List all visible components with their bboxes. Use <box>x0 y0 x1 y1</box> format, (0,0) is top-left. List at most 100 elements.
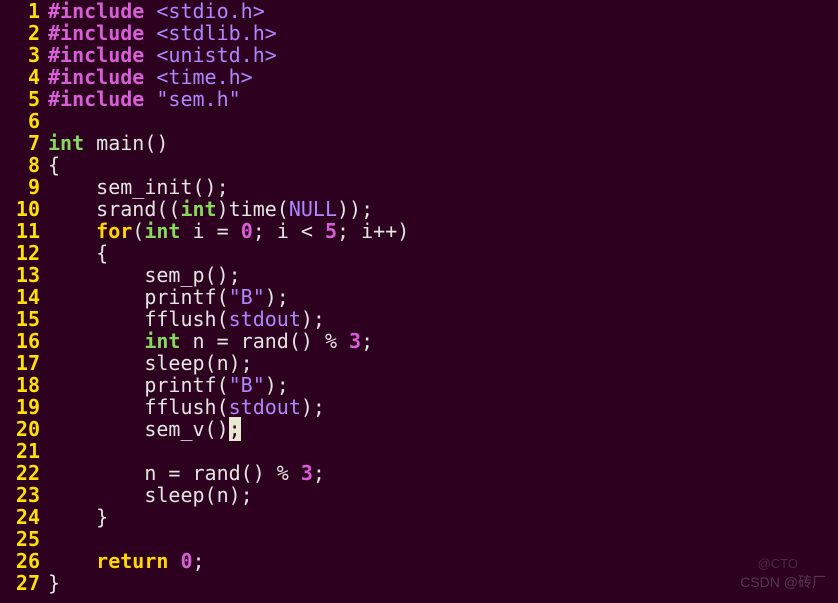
code-content[interactable]: sem_v(); <box>48 418 838 440</box>
token: n = rand() % <box>180 329 349 353</box>
line-number: 6 <box>0 110 48 132</box>
token: for <box>96 219 132 243</box>
code-content[interactable]: fflush(stdout); <box>48 308 838 330</box>
code-line[interactable]: 2#include <stdlib.h> <box>0 22 838 44</box>
code-content[interactable]: { <box>48 242 838 264</box>
code-content[interactable] <box>48 528 838 550</box>
token: ); <box>265 285 289 309</box>
token: ; i < <box>253 219 325 243</box>
code-content[interactable]: printf("B"); <box>48 374 838 396</box>
code-line[interactable]: 7int main() <box>0 132 838 154</box>
line-number: 13 <box>0 264 48 286</box>
token: ; <box>193 549 205 573</box>
token: srand(( <box>48 197 180 221</box>
code-content[interactable]: for(int i = 0; i < 5; i++) <box>48 220 838 242</box>
token: sem_init(); <box>48 175 229 199</box>
code-content[interactable]: sleep(n); <box>48 484 838 506</box>
code-content[interactable]: return 0; <box>48 550 838 572</box>
token: #include <box>48 21 156 45</box>
code-line[interactable]: 18 printf("B"); <box>0 374 838 396</box>
code-content[interactable]: } <box>48 572 838 594</box>
code-content[interactable]: { <box>48 154 838 176</box>
token: #include <box>48 65 156 89</box>
code-line[interactable]: 8{ <box>0 154 838 176</box>
code-content[interactable] <box>48 110 838 132</box>
line-number: 12 <box>0 242 48 264</box>
code-line[interactable]: 14 printf("B"); <box>0 286 838 308</box>
token: stdout <box>229 307 301 331</box>
code-line[interactable]: 25 <box>0 528 838 550</box>
code-line[interactable]: 16 int n = rand() % 3; <box>0 330 838 352</box>
code-editor[interactable]: 1#include <stdio.h>2#include <stdlib.h>3… <box>0 0 838 594</box>
code-content[interactable]: fflush(stdout); <box>48 396 838 418</box>
code-line[interactable]: 6 <box>0 110 838 132</box>
code-content[interactable]: printf("B"); <box>48 286 838 308</box>
code-content[interactable]: srand((int)time(NULL)); <box>48 198 838 220</box>
line-number: 5 <box>0 88 48 110</box>
code-content[interactable]: sleep(n); <box>48 352 838 374</box>
line-number: 26 <box>0 550 48 572</box>
token: int <box>48 131 84 155</box>
code-line[interactable]: 13 sem_p(); <box>0 264 838 286</box>
token: printf( <box>48 373 229 397</box>
code-content[interactable]: #include <stdlib.h> <box>48 22 838 44</box>
line-number: 7 <box>0 132 48 154</box>
code-content[interactable]: #include <stdio.h> <box>48 0 838 22</box>
line-number: 19 <box>0 396 48 418</box>
code-line[interactable]: 12 { <box>0 242 838 264</box>
token: fflush( <box>48 395 229 419</box>
token <box>48 329 144 353</box>
token: ; i++) <box>337 219 409 243</box>
token: <time.h> <box>156 65 252 89</box>
token: int <box>144 219 180 243</box>
code-content[interactable]: sem_p(); <box>48 264 838 286</box>
code-line[interactable]: 19 fflush(stdout); <box>0 396 838 418</box>
code-content[interactable]: #include "sem.h" <box>48 88 838 110</box>
code-line[interactable]: 1#include <stdio.h> <box>0 0 838 22</box>
code-line[interactable]: 26 return 0; <box>0 550 838 572</box>
code-content[interactable]: #include <unistd.h> <box>48 44 838 66</box>
token: "B" <box>229 285 265 309</box>
token: 3 <box>301 461 313 485</box>
code-content[interactable]: #include <time.h> <box>48 66 838 88</box>
code-line[interactable]: 3#include <unistd.h> <box>0 44 838 66</box>
cursor: ; <box>229 417 241 441</box>
token <box>168 549 180 573</box>
token: ); <box>301 307 325 331</box>
code-content[interactable]: int main() <box>48 132 838 154</box>
code-content[interactable]: sem_init(); <box>48 176 838 198</box>
watermark-lower: CSDN @砖厂 <box>740 571 826 593</box>
token: ( <box>132 219 144 243</box>
code-line[interactable]: 27} <box>0 572 838 594</box>
token: <stdio.h> <box>156 0 264 23</box>
code-line[interactable]: 10 srand((int)time(NULL)); <box>0 198 838 220</box>
token: ; <box>313 461 325 485</box>
token: 5 <box>325 219 337 243</box>
token: "sem.h" <box>156 87 240 111</box>
line-number: 9 <box>0 176 48 198</box>
line-number: 21 <box>0 440 48 462</box>
token: { <box>48 153 60 177</box>
code-line[interactable]: 5#include "sem.h" <box>0 88 838 110</box>
line-number: 24 <box>0 506 48 528</box>
code-content[interactable]: } <box>48 506 838 528</box>
token <box>48 549 96 573</box>
code-line[interactable]: 11 for(int i = 0; i < 5; i++) <box>0 220 838 242</box>
code-line[interactable]: 22 n = rand() % 3; <box>0 462 838 484</box>
code-content[interactable]: int n = rand() % 3; <box>48 330 838 352</box>
line-number: 1 <box>0 0 48 22</box>
token: #include <box>48 43 156 67</box>
code-line[interactable]: 4#include <time.h> <box>0 66 838 88</box>
code-line[interactable]: 17 sleep(n); <box>0 352 838 374</box>
token: stdout <box>229 395 301 419</box>
code-line[interactable]: 23 sleep(n); <box>0 484 838 506</box>
token: #include <box>48 87 156 111</box>
code-line[interactable]: 20 sem_v(); <box>0 418 838 440</box>
code-content[interactable]: n = rand() % 3; <box>48 462 838 484</box>
code-line[interactable]: 15 fflush(stdout); <box>0 308 838 330</box>
code-line[interactable]: 24 } <box>0 506 838 528</box>
code-line[interactable]: 21 <box>0 440 838 462</box>
code-content[interactable] <box>48 440 838 462</box>
code-line[interactable]: 9 sem_init(); <box>0 176 838 198</box>
line-number: 15 <box>0 308 48 330</box>
